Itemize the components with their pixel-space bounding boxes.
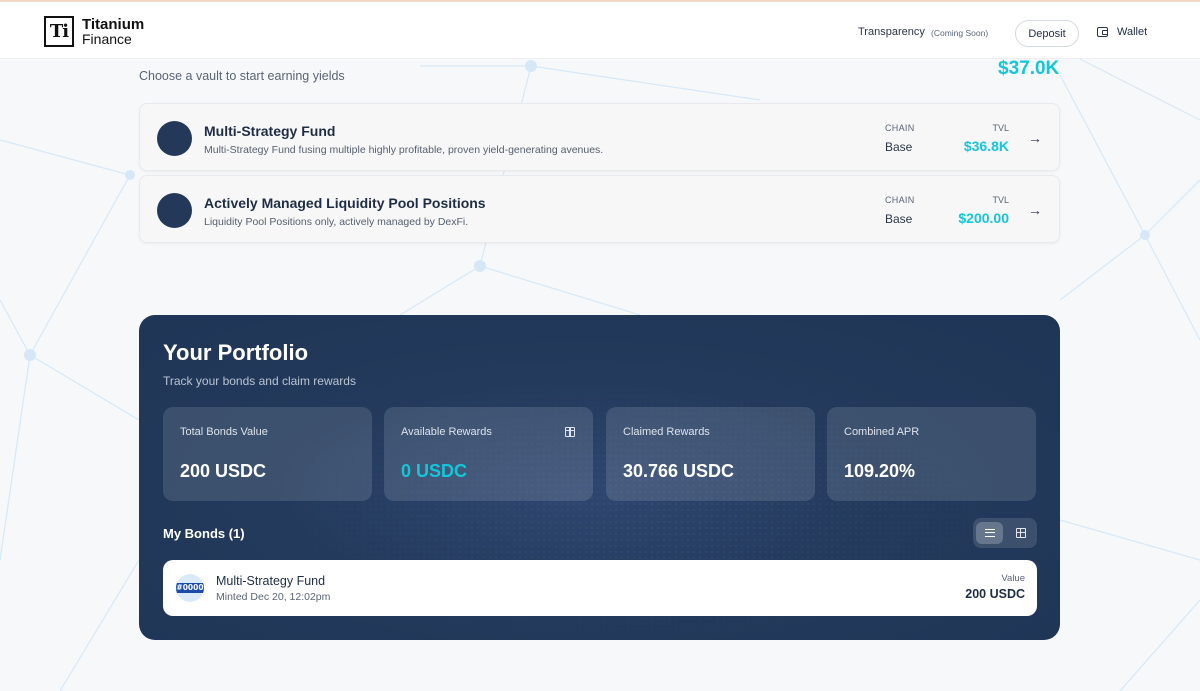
vault-avatar (157, 193, 192, 228)
vault-description: Liquidity Pool Positions only, actively … (204, 216, 469, 228)
coming-soon-label: (Coming Soon) (931, 28, 989, 38)
vault-avatar (157, 121, 192, 156)
portfolio-panel: Your Portfolio Track your bonds and clai… (139, 315, 1060, 640)
vault-name: Multi-Strategy Fund (204, 123, 336, 139)
grid-view-button[interactable] (1007, 522, 1034, 544)
titanium-finance-logo[interactable]: Ti Titanium Finance (44, 16, 144, 47)
vault-card-liquidity-pool[interactable]: Actively Managed Liquidity Pool Position… (139, 175, 1060, 243)
arrow-right-icon[interactable]: → (1028, 202, 1042, 218)
list-icon (984, 529, 995, 537)
vaults-total-tvl: $37.0K (998, 58, 1060, 79)
stat-total-bonds-value: Total Bonds Value 200 USDC (163, 407, 372, 501)
arrow-right-icon[interactable]: → (1028, 130, 1042, 146)
stat-value: 0 USDC (401, 461, 468, 481)
portfolio-title: Your Portfolio (163, 340, 309, 365)
stat-label: Combined APR (844, 426, 920, 438)
logo-line-2: Finance (82, 30, 132, 47)
vault-name: Actively Managed Liquidity Pool Position… (204, 195, 486, 211)
stat-available-rewards: Available Rewards 0 USDC (384, 407, 593, 501)
vault-chain-label: CHAIN (885, 195, 915, 205)
bond-minted-date: Minted Dec 20, 12:02pm (216, 591, 331, 603)
list-view-button[interactable] (976, 522, 1003, 544)
grid-icon (1015, 528, 1026, 538)
bond-nft-badge: #0000 (176, 574, 204, 602)
stat-label: Claimed Rewards (623, 426, 710, 438)
vault-chain-label: CHAIN (885, 123, 915, 133)
bond-value: 200 USDC (965, 587, 1025, 601)
stat-label: Available Rewards (401, 426, 492, 438)
logo-line-1: Titanium (82, 15, 145, 33)
vault-description: Multi-Strategy Fund fusing multiple high… (204, 144, 604, 156)
vault-chain-value: Base (885, 212, 913, 226)
deposit-button[interactable]: Deposit (1015, 20, 1079, 47)
portfolio-subtitle: Track your bonds and claim rewards (163, 374, 356, 388)
stat-value: 200 USDC (180, 461, 267, 481)
gift-icon (565, 427, 575, 437)
vault-tvl-value: $36.8K (963, 138, 1009, 154)
bond-value-label: Value (1001, 573, 1025, 584)
stat-value: 109.20% (844, 461, 916, 481)
stat-label: Total Bonds Value (180, 426, 268, 438)
vault-chain-value: Base (885, 140, 913, 154)
stat-value: 30.766 USDC (623, 461, 735, 481)
logo-mark: Ti (44, 16, 74, 47)
vault-tvl-label: TVL (992, 123, 1009, 133)
wallet-button[interactable]: Wallet (1097, 26, 1147, 38)
wallet-icon (1097, 27, 1108, 37)
vault-card-multi-strategy[interactable]: Multi-Strategy Fund Multi-Strategy Fund … (139, 103, 1060, 171)
nav-transparency[interactable]: Transparency (858, 26, 925, 38)
wallet-label: Wallet (1117, 26, 1148, 38)
my-bonds-title: My Bonds (1) (163, 526, 245, 541)
vault-tvl-value: $200.00 (958, 210, 1009, 226)
bond-badge-id: #0000 (176, 583, 204, 593)
bond-row[interactable]: #0000 Multi-Strategy Fund Minted Dec 20,… (163, 560, 1037, 616)
top-navigation-bar: Ti Titanium Finance Transparency (Coming… (0, 0, 1200, 59)
view-mode-toggle (973, 518, 1037, 548)
stat-claimed-rewards: Claimed Rewards 30.766 USDC (606, 407, 815, 501)
logo-wordmark: Titanium Finance (82, 17, 144, 47)
stat-combined-apr: Combined APR 109.20% (827, 407, 1036, 501)
bond-name: Multi-Strategy Fund (216, 574, 326, 588)
vault-tvl-label: TVL (992, 195, 1009, 205)
vaults-subtitle: Choose a vault to start earning yields (139, 69, 345, 83)
